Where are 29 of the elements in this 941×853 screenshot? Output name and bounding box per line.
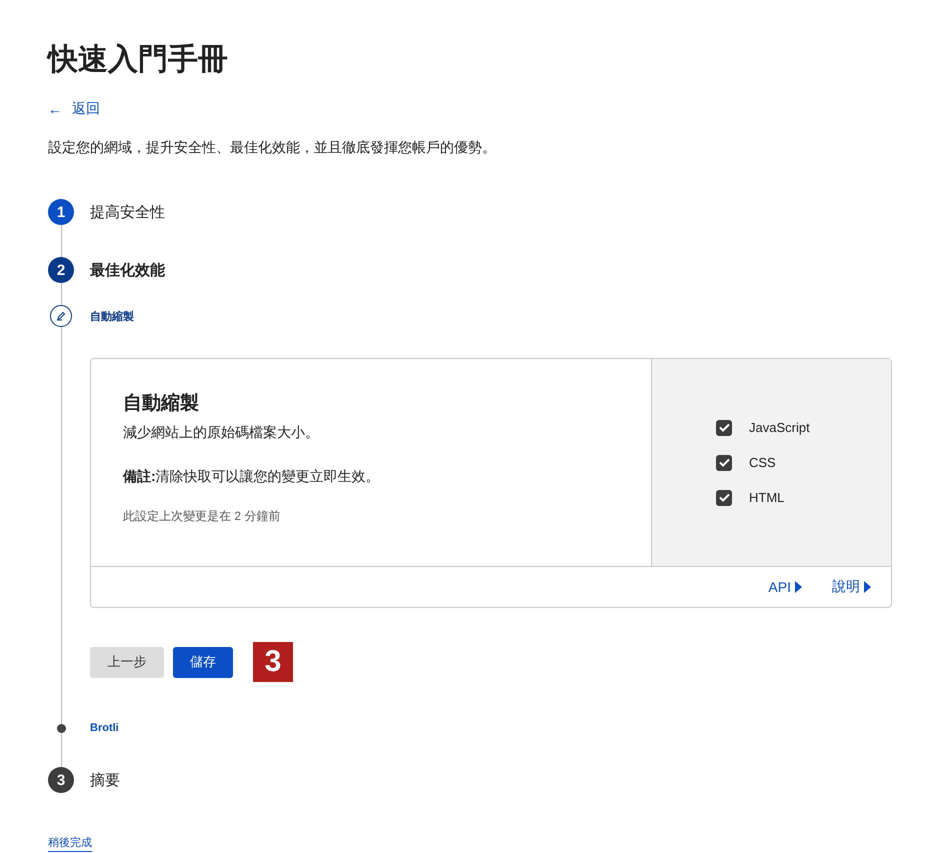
note-text: 備註:清除快取可以讓您的變更立即生效。 xyxy=(123,468,381,486)
checkbox[interactable] xyxy=(716,490,732,506)
card-title: 自動縮製 xyxy=(123,392,200,416)
previous-button[interactable]: 上一步 xyxy=(90,646,164,678)
step-label: 摘要 xyxy=(90,770,120,790)
triangle-icon xyxy=(864,581,871,593)
substep-link[interactable]: 自動縮製 xyxy=(90,308,134,324)
save-button[interactable]: 儲存 xyxy=(173,646,233,678)
checkbox-label: HTML xyxy=(749,490,784,505)
back-link[interactable]: ← 返回 xyxy=(48,100,100,118)
step-label: 最佳化效能 xyxy=(90,260,165,280)
footer-link[interactable]: API xyxy=(768,579,802,595)
callout-badge: 3 xyxy=(253,642,293,682)
last-changed-text: 此設定上次變更是在 2 分鐘前 xyxy=(123,508,282,525)
checkbox[interactable] xyxy=(716,454,732,470)
step-label: 提高安全性 xyxy=(90,202,165,222)
substep-link[interactable]: Brotli xyxy=(90,722,119,734)
card-description: 減少網站上的原始碼檔案大小。 xyxy=(123,424,320,442)
page-title: 快速入門手冊 xyxy=(48,42,229,78)
step-number: 1 xyxy=(48,199,74,225)
description-text: 設定您的網域，提升安全性、最佳化效能，並且徹底發揮您帳戶的優勢。 xyxy=(48,138,497,157)
footer-link[interactable]: 說明 xyxy=(832,578,871,596)
finish-later-link[interactable]: 稍後完成 xyxy=(48,835,92,852)
checkbox-label: JavaScript xyxy=(749,420,810,435)
checkbox-label: CSS xyxy=(749,455,776,470)
step-number: 2 xyxy=(48,257,74,283)
step-number: 3 xyxy=(48,767,74,793)
checkbox[interactable] xyxy=(716,420,732,436)
triangle-icon xyxy=(795,581,802,593)
